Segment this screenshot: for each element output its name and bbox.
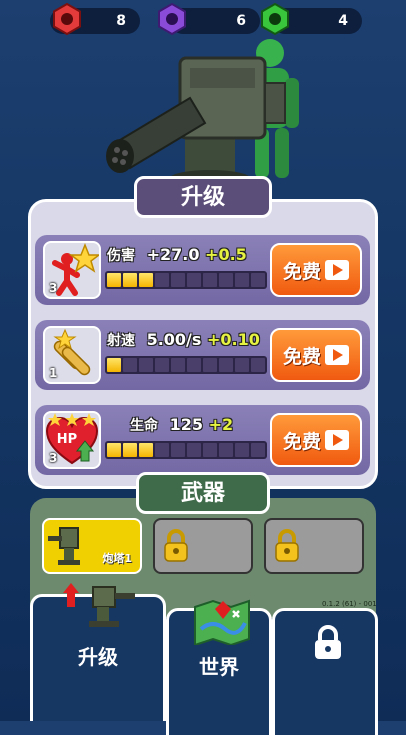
progress-segment: [187, 443, 201, 457]
weapon-slot-turret-1[interactable]: 炮塔1: [42, 518, 142, 574]
damage-label: 伤害: [107, 248, 135, 264]
red-nut-icon: [53, 2, 81, 36]
fire-rate-free-upgrade-button[interactable]: 免费: [270, 328, 362, 382]
fire-rate-progress-bar: [105, 356, 267, 374]
upgrade-title: 升级: [134, 176, 272, 218]
padlock-icon: [315, 625, 341, 659]
video-ad-icon: [325, 260, 349, 280]
hp-text: HP: [57, 432, 77, 447]
nav-tab-locked[interactable]: [272, 608, 378, 735]
progress-segment: [155, 443, 169, 457]
damage-icon-box: 3: [43, 241, 102, 299]
padlock-icon: [164, 529, 188, 562]
upgrade-row-health: HP 3 生命 125 +2 免费: [35, 405, 370, 475]
progress-segment: [107, 358, 121, 372]
damage-stat: 伤害 +27.0 +0.5: [107, 245, 247, 265]
turret-icon: [48, 527, 80, 565]
progress-segment: [139, 358, 153, 372]
health-progress-bar: [105, 441, 267, 459]
fire-rate-label: 射速: [107, 333, 135, 349]
damage-bonus: +0.5: [205, 245, 247, 264]
nav-upgrade-label: 升级: [78, 645, 118, 669]
progress-segment: [171, 358, 185, 372]
progress-segment: [155, 358, 169, 372]
progress-segment: [235, 443, 249, 457]
health-free-label: 免费: [282, 430, 321, 453]
weapon-slot-locked-3[interactable]: [264, 518, 364, 574]
progress-segment: [251, 358, 265, 372]
fire-rate-bonus: +0.10: [207, 330, 260, 349]
green-nut-count: 4: [338, 13, 348, 29]
damage-progress-bar: [105, 271, 267, 289]
progress-segment: [123, 358, 137, 372]
progress-segment: [251, 273, 265, 287]
progress-segment: [219, 273, 233, 287]
health-label: 生命: [130, 418, 158, 434]
progress-segment: [171, 273, 185, 287]
nav-tab-upgrade[interactable]: 升级: [30, 583, 166, 721]
video-ad-icon: [325, 345, 349, 365]
upgrade-row-fire-rate: 1 射速 5.00/s +0.10 免费: [35, 320, 370, 390]
nav-tab-world[interactable]: 世界: [166, 599, 272, 735]
progress-segment: [155, 273, 169, 287]
red-nut-count: 8: [116, 13, 126, 29]
progress-segment: [139, 443, 153, 457]
health-stat: 生命 125 +2: [130, 415, 233, 435]
weapon-slot-locked-2[interactable]: [153, 518, 253, 574]
progress-segment: [235, 358, 249, 372]
health-icon-box: HP 3: [43, 411, 101, 469]
health-level: 3: [49, 451, 58, 465]
health-free-upgrade-button[interactable]: 免费: [270, 413, 362, 467]
progress-segment: [235, 273, 249, 287]
damage-free-upgrade-button[interactable]: 免费: [270, 243, 362, 297]
fire-rate-icon-box: 1: [43, 326, 101, 384]
damage-level: 3: [49, 281, 58, 295]
fire-rate-level: 1: [49, 366, 58, 380]
progress-segment: [251, 443, 265, 457]
turret-1-label: 炮塔1: [102, 552, 132, 565]
purple-nut-icon: [158, 2, 186, 36]
progress-segment: [187, 273, 201, 287]
progress-segment: [203, 443, 217, 457]
damage-free-label: 免费: [282, 260, 321, 283]
upgrade-row-damage: 3 伤害 +27.0 +0.5 免费: [35, 235, 370, 305]
fire-rate-stat: 射速 5.00/s +0.10: [107, 330, 260, 350]
video-ad-icon: [325, 430, 349, 450]
version-text: 0.1.2 (61) - 001: [322, 600, 377, 608]
progress-segment: [171, 443, 185, 457]
progress-segment: [123, 443, 137, 457]
world-map-icon: [194, 599, 250, 645]
nav-world-label: 世界: [199, 655, 239, 679]
progress-segment: [187, 358, 201, 372]
health-bonus: +2: [208, 415, 234, 434]
fire-rate-value: 5.00/s: [146, 330, 202, 349]
progress-segment: [219, 358, 233, 372]
health-value: 125: [169, 415, 203, 434]
progress-segment: [139, 273, 153, 287]
padlock-icon: [275, 529, 299, 562]
upgrade-turret-icon: [63, 583, 135, 627]
fire-rate-free-label: 免费: [282, 345, 321, 368]
progress-segment: [203, 358, 217, 372]
progress-segment: [219, 443, 233, 457]
progress-segment: [107, 273, 121, 287]
purple-nut-count: 6: [236, 13, 246, 29]
weapons-title: 武器: [136, 472, 270, 514]
turret-with-soldier-illustration: [106, 39, 299, 186]
damage-value: +27.0: [146, 245, 200, 264]
progress-segment: [203, 273, 217, 287]
progress-segment: [107, 443, 121, 457]
green-nut-icon: [261, 2, 289, 36]
progress-segment: [123, 273, 137, 287]
